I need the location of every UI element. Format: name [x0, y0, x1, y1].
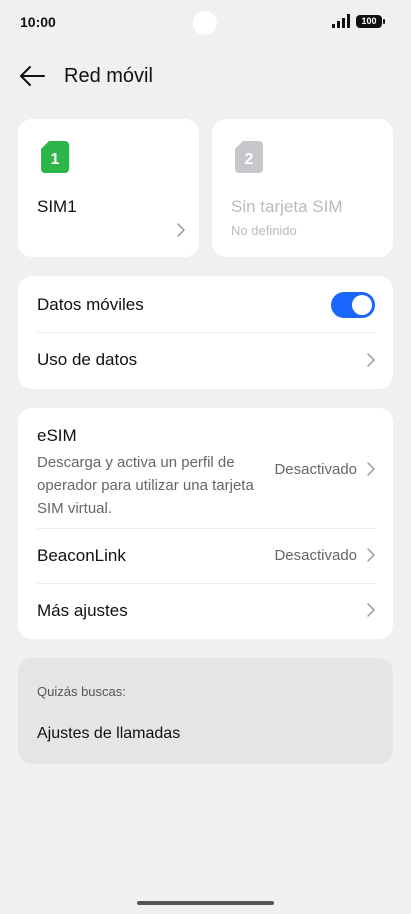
mobile-data-toggle[interactable]: [331, 292, 375, 318]
chevron-right-icon: [177, 223, 185, 237]
sim2-card[interactable]: 2 Sin tarjeta SIM No definido: [212, 119, 393, 257]
mobile-data-label: Datos móviles: [37, 295, 144, 314]
mobile-data-group: Datos móviles Uso de datos: [18, 276, 393, 389]
camera-cutout: [193, 11, 217, 35]
sim1-card[interactable]: 1 SIM1: [18, 119, 199, 257]
beaconlink-label: BeaconLink: [37, 546, 126, 565]
data-usage-row[interactable]: Uso de datos: [18, 333, 393, 389]
sim2-label: Sin tarjeta SIM: [231, 197, 343, 216]
home-indicator[interactable]: [137, 901, 274, 905]
sim2-number: 2: [245, 151, 254, 168]
esim-description: Descarga y activa un perfil de operador …: [37, 454, 254, 517]
page-title: Red móvil: [64, 65, 153, 87]
sim2-sublabel: No definido: [231, 223, 297, 238]
beaconlink-row[interactable]: BeaconLink Desactivado: [18, 529, 393, 583]
status-time: 10:00: [20, 14, 56, 30]
sim-settings-group: eSIM Descarga y activa un perfil de oper…: [18, 408, 393, 639]
chevron-right-icon: [367, 603, 375, 617]
sim1-number: 1: [51, 151, 60, 168]
toggle-knob: [352, 295, 372, 315]
sim-card-icon: 1: [41, 141, 69, 173]
back-arrow-icon[interactable]: [16, 62, 48, 90]
esim-row[interactable]: eSIM Descarga y activa un perfil de oper…: [18, 408, 393, 528]
more-settings-row[interactable]: Más ajustes: [18, 584, 393, 639]
app-header: Red móvil: [0, 52, 411, 100]
data-usage-label: Uso de datos: [37, 350, 138, 369]
battery-icon: 100: [356, 15, 385, 28]
signal-icon: [332, 14, 350, 28]
more-settings-label: Más ajustes: [37, 601, 128, 620]
sim1-label: SIM1: [37, 197, 77, 216]
chevron-right-icon: [367, 353, 375, 367]
mobile-data-row[interactable]: Datos móviles: [18, 276, 393, 332]
chevron-right-icon: [367, 548, 375, 562]
status-bar: 10:00 100: [0, 0, 411, 46]
suggestions-title: Quizás buscas:: [37, 684, 126, 699]
beaconlink-status: Desactivado: [274, 547, 357, 564]
esim-status: Desactivado: [274, 461, 357, 478]
esim-title: eSIM: [37, 426, 77, 445]
suggestions-card: Quizás buscas: Ajustes de llamadas: [18, 658, 393, 764]
sim-card-icon: 2: [235, 141, 263, 173]
suggestion-call-settings[interactable]: Ajustes de llamadas: [37, 725, 180, 743]
chevron-right-icon: [367, 462, 375, 476]
